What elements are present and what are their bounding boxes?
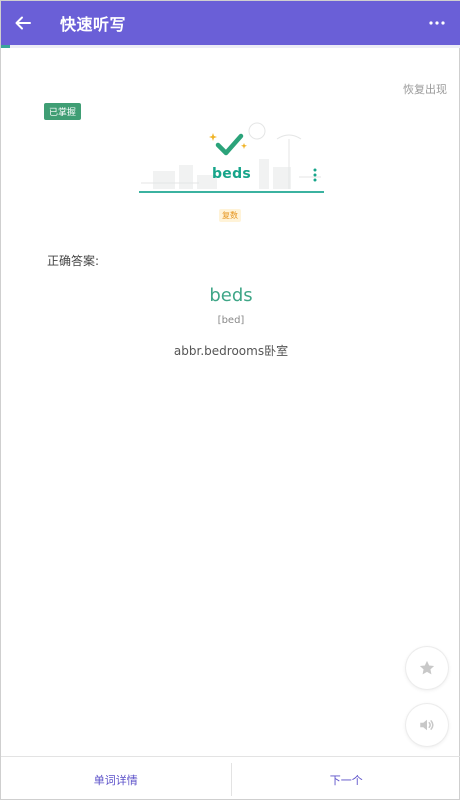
mastered-badge: 已掌握 <box>44 103 81 120</box>
speaker-icon <box>418 716 436 734</box>
progress-bar <box>1 45 460 48</box>
restore-button[interactable]: 恢复出现 <box>403 81 447 97</box>
answer-word: beds <box>1 285 460 306</box>
word-underline <box>139 191 324 193</box>
word-card: beds <box>139 119 324 199</box>
bottom-bar: 单词详情 下一个 <box>1 756 460 802</box>
plural-tag: 复数 <box>219 209 241 222</box>
arrow-left-icon <box>14 14 32 32</box>
dictation-word: beds <box>139 166 324 182</box>
word-details-button[interactable]: 单词详情 <box>1 757 231 802</box>
star-icon <box>418 659 436 677</box>
app-header: 快速听写 <box>1 1 460 45</box>
progress-fill <box>1 45 10 48</box>
phonetic: [bed] <box>1 315 460 326</box>
favorite-button[interactable] <box>406 647 448 689</box>
back-button[interactable] <box>3 1 43 45</box>
check-icon <box>209 131 249 161</box>
next-button[interactable]: 下一个 <box>232 757 460 802</box>
more-button[interactable] <box>425 13 449 33</box>
kebab-menu-icon[interactable] <box>310 167 320 183</box>
definition: abbr.bedrooms卧室 <box>1 342 460 359</box>
more-horizontal-icon <box>429 20 445 26</box>
play-audio-button[interactable] <box>406 704 448 746</box>
correct-answer-label: 正确答案: <box>47 252 99 269</box>
page-title: 快速听写 <box>60 11 126 35</box>
